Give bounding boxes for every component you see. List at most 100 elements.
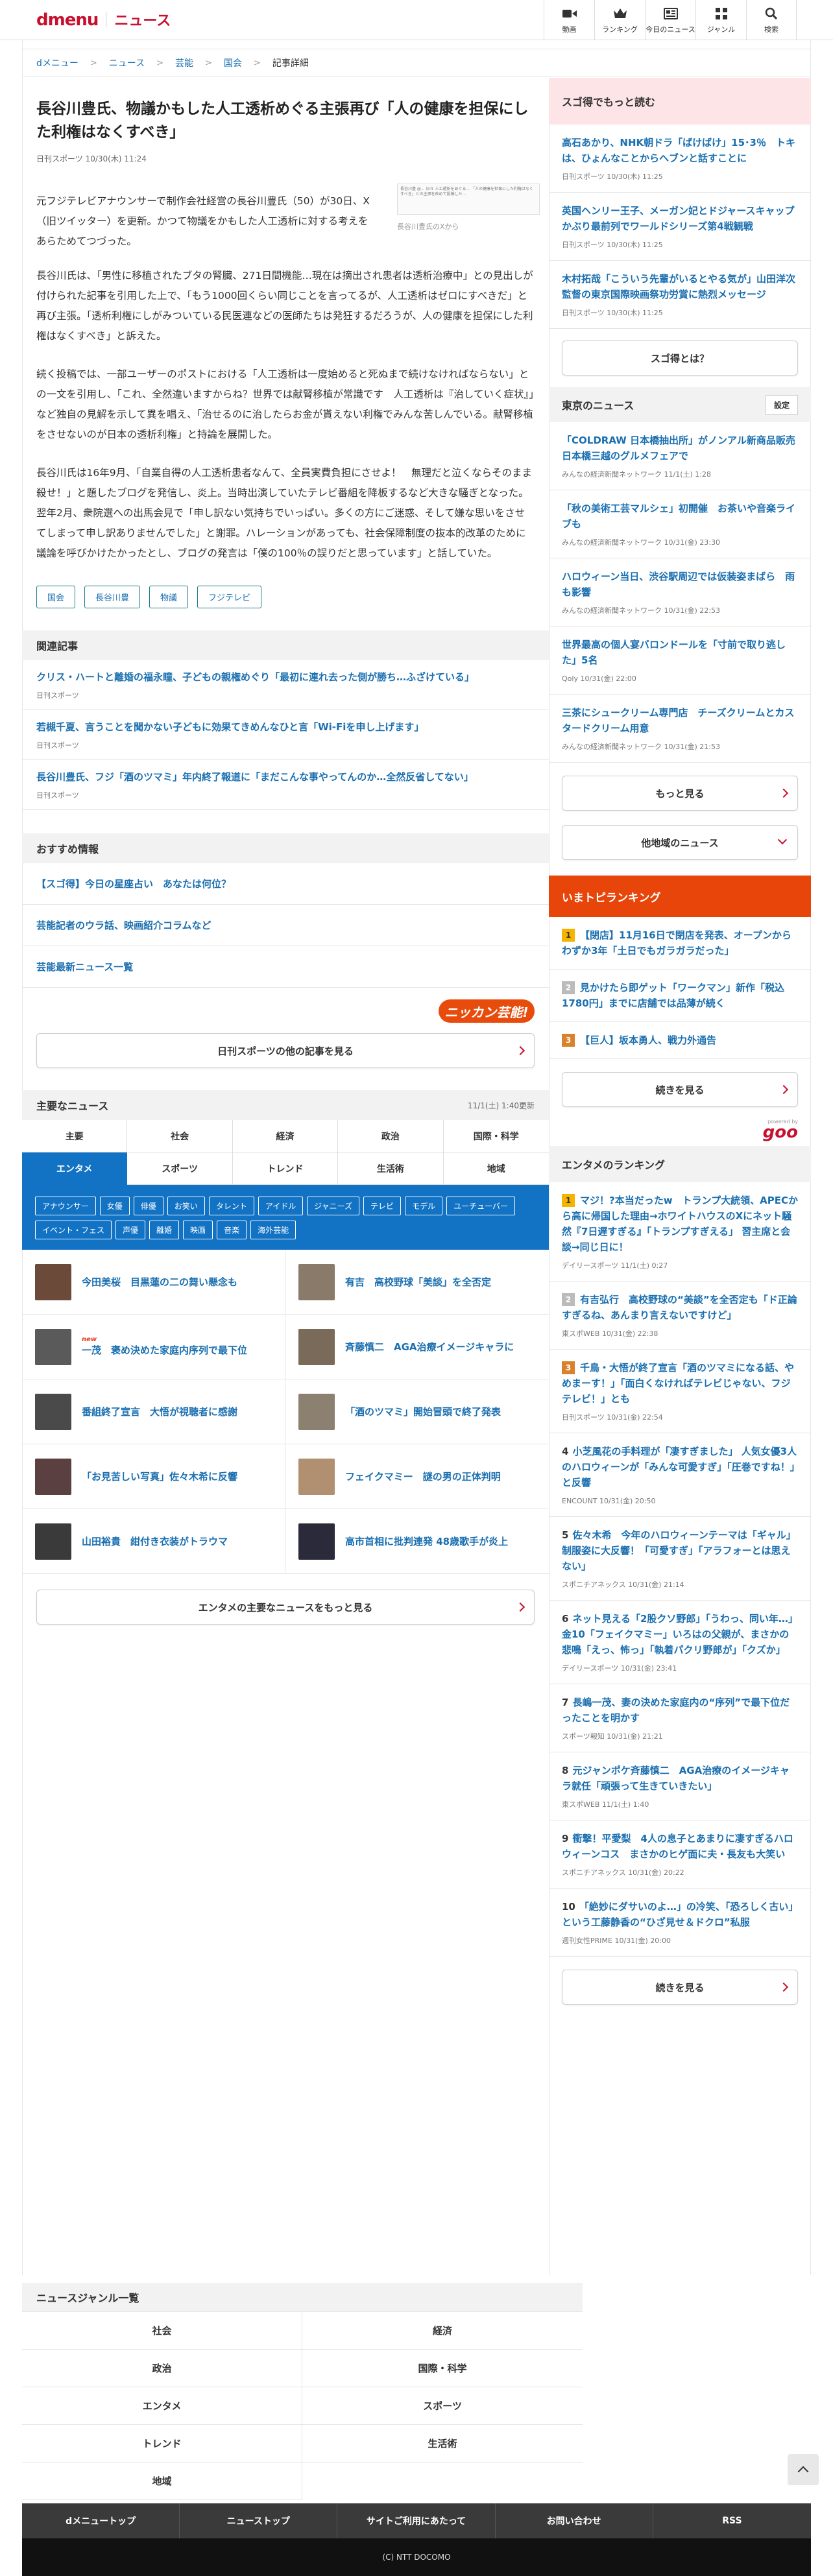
back-to-top-button[interactable] xyxy=(788,2454,819,2485)
genre-link[interactable]: 経済 xyxy=(302,2312,583,2350)
subtag-link[interactable]: 声優 xyxy=(115,1221,146,1239)
tokyo-news-item[interactable]: ハロウィーン当日、渋谷駅周辺では仮装姿まばら 雨も影響 みんなの経済新聞ネットワー… xyxy=(549,558,811,626)
major-news-item[interactable]: new 一茂 褒め決めた家庭内序列で最下位 xyxy=(22,1315,285,1379)
tab-politics[interactable]: 政治 xyxy=(338,1120,444,1152)
subtag-link[interactable]: 離婚 xyxy=(149,1221,180,1239)
subtag-link[interactable]: イベント・フェス xyxy=(35,1221,112,1239)
subtag-link[interactable]: アナウンサー xyxy=(35,1197,96,1215)
tag-link[interactable]: 物議 xyxy=(149,586,189,608)
genre-link[interactable]: スポーツ xyxy=(302,2387,583,2425)
subtag-link[interactable]: 俳優 xyxy=(133,1197,163,1215)
recommend-item[interactable]: 芸能記者のウラ話、映画紹介コラムなど xyxy=(22,905,549,946)
tab-region[interactable]: 地域 xyxy=(443,1152,549,1185)
sugotoku-item[interactable]: 木村拓哉「こういう先輩がいるとやる気が」山田洋次監督の東京国際映画祭功労賞に熱烈… xyxy=(549,261,811,329)
major-news-item[interactable]: 有吉 高校野球「美談」を全否定 xyxy=(285,1250,549,1315)
subtag-link[interactable]: テレビ xyxy=(363,1197,402,1215)
subtag-link[interactable]: ユーチューバー xyxy=(446,1197,515,1215)
what-is-sugotoku-button[interactable]: スゴ得とは？ xyxy=(562,340,798,376)
more-entertainment-news-button[interactable]: エンタメの主要なニュースをもっと見る xyxy=(36,1590,535,1625)
genre-link[interactable]: トレンド xyxy=(22,2425,302,2463)
dmenu-logo[interactable]: dmenu ニュース xyxy=(36,9,171,30)
subtag-link[interactable]: 女優 xyxy=(99,1197,130,1215)
enta-ranking-item[interactable]: 7 長嶋一茂、妻の決めた家庭内の“序列”で最下位だったことを明かす スポーツ報知 1… xyxy=(549,1684,811,1752)
footer-link[interactable]: RSS xyxy=(653,2503,811,2538)
major-news-item[interactable]: 斉藤慎二 AGA治療イメージキャラに xyxy=(285,1315,549,1379)
tab-trend[interactable]: トレンド xyxy=(232,1152,339,1185)
related-item[interactable]: クリス・ハートと離婚の福永瞳、子どもの親権めぐり「最初に連れ去った側が勝ち…ふざ… xyxy=(22,660,549,710)
major-news-item[interactable]: 番組終了宣言 大悟が視聴者に感謝 xyxy=(22,1379,285,1444)
genre-link[interactable]: 地域 xyxy=(22,2463,302,2500)
major-news-item[interactable]: 高市首相に批判連発 48歳歌手が炎上 xyxy=(285,1509,549,1574)
tag-link[interactable]: フジテレビ xyxy=(197,586,262,608)
enta-ranking-item[interactable]: 10 「絶妙にダサいのよ…」の冷笑、「恐ろしく古い」という工藤静香の“ひざ見せ＆ド… xyxy=(549,1889,811,1957)
nav-ranking[interactable]: ランキング xyxy=(594,0,645,40)
breadcrumb-entertainment[interactable]: 芸能 xyxy=(175,56,193,69)
enta-ranking-item[interactable]: 4 小芝風花の手料理が「凄すぎました」 人気女優3人のハロウィーンが「みんな可愛す… xyxy=(549,1433,811,1517)
genre-link[interactable]: 生活術 xyxy=(302,2425,583,2463)
topic-ranking-item[interactable]: 2 見かけたら即ゲット「ワークマン」新作「税込1780円」までに店舗では品薄が続く xyxy=(549,970,811,1022)
related-item[interactable]: 若槻千夏、言うことを聞かない子どもに効果てきめんなひと言「Wi-Fiを申し上げま… xyxy=(22,710,549,760)
tokyo-more-button[interactable]: もっと見る xyxy=(562,776,798,811)
breadcrumb-diet[interactable]: 国会 xyxy=(224,56,242,69)
subtag-link[interactable]: タレント xyxy=(208,1197,254,1215)
recommend-item[interactable]: 芸能最新ニュース一覧 xyxy=(22,946,549,988)
enta-ranking-item[interactable]: 2 有吉弘行 高校野球の“美談”を全否定も「ド正論すぎるね、あんまり言えないですけ… xyxy=(549,1282,811,1350)
tab-international[interactable]: 国際・科学 xyxy=(443,1120,549,1152)
subtag-link[interactable]: 映画 xyxy=(183,1221,213,1239)
footer-link[interactable]: ニューストップ xyxy=(180,2503,338,2538)
tab-sports[interactable]: スポーツ xyxy=(127,1152,233,1185)
subtag-link[interactable]: モデル xyxy=(405,1197,443,1215)
subtag-link[interactable]: ジャニーズ xyxy=(307,1197,360,1215)
genre-link[interactable]: 社会 xyxy=(22,2312,302,2350)
enta-ranking-item[interactable]: 6 ネット見える「2股クソ野郎」「うわっ、同い年…」金10「フェイクマミー」いろは… xyxy=(549,1601,811,1684)
major-news-item[interactable]: 今田美桜 目黒蓮の二の舞い懸念も xyxy=(22,1250,285,1315)
tokyo-news-item[interactable]: 「秋の美術工芸マルシェ」初開催 お茶いや音楽ライブも みんなの経済新聞ネットワーク… xyxy=(549,490,811,558)
topic-more-button[interactable]: 続きを見る xyxy=(562,1072,798,1107)
major-news-item[interactable]: 山田裕貴 紺付き衣装がトラウマ xyxy=(22,1509,285,1574)
tab-economy[interactable]: 経済 xyxy=(232,1120,339,1152)
nav-today[interactable]: 今日のニュース xyxy=(645,0,695,40)
major-news-item[interactable]: 「酒のツマミ」開始冒頭で終了発表 xyxy=(285,1379,549,1444)
enta-more-button[interactable]: 続きを見る xyxy=(562,1970,798,2005)
subtag-link[interactable]: 音楽 xyxy=(217,1221,247,1239)
other-region-button[interactable]: 他地域のニュース xyxy=(562,825,798,860)
article-image[interactable]: 長谷川豊 @... 日々 人工透析をめぐる... 「人の健康を担保にした利権はな… xyxy=(397,184,540,232)
enta-ranking-item[interactable]: 1 マジ！?本当だったw トランプ大統領、APECから高に帰国した理由→ホワイトハ… xyxy=(549,1182,811,1282)
nav-search[interactable]: 検索 xyxy=(746,0,797,40)
tab-lifestyle[interactable]: 生活術 xyxy=(338,1152,444,1185)
enta-ranking-item[interactable]: 9 衝撃！平愛梨 4人の息子とあまりに凄すぎるハロウィーンコス まさかのヒゲ面に夫… xyxy=(549,1820,811,1889)
tokyo-news-item[interactable]: 「COLDRAW 日本橋抽出所」がノンアル新商品販売 日本橋三越のグルメフェアで… xyxy=(549,422,811,490)
tab-entertainment[interactable]: エンタメ xyxy=(22,1152,128,1185)
enta-ranking-item[interactable]: 8 元ジャンポケ斉藤慎二 AGA治療のイメージキャラ就任「頑張って生きていきたい」… xyxy=(549,1752,811,1820)
tab-major[interactable]: 主要 xyxy=(22,1120,128,1152)
recommend-item[interactable]: 【スゴ得】今日の星座占い あなたは何位？ xyxy=(22,863,549,905)
genre-link[interactable]: エンタメ xyxy=(22,2387,302,2425)
more-nikkan-articles-button[interactable]: 日刊スポーツの他の記事を見る xyxy=(36,1033,535,1068)
tokyo-news-item[interactable]: 世界最高の個人宴バロンドールを「寸前で取り逃した」5名 Qoly 10/31(金)… xyxy=(549,626,811,695)
tab-society[interactable]: 社会 xyxy=(127,1120,233,1152)
nav-video[interactable]: 動画 xyxy=(544,0,594,40)
sugotoku-item[interactable]: 英国ヘンリー王子、メーガン妃とドジャースキャップかぶり最前列でワールドシリーズ第… xyxy=(549,193,811,261)
tag-link[interactable]: 国会 xyxy=(36,586,76,608)
footer-link[interactable]: サイトご利用にあたって xyxy=(337,2503,496,2538)
major-news-item[interactable]: フェイクマミー 謎の男の正体判明 xyxy=(285,1444,549,1509)
enta-ranking-item[interactable]: 5 佐々木希 今年のハロウィーンテーマは「ギャル」制服姿に大反響！「可愛すぎ」「ア… xyxy=(549,1517,811,1601)
breadcrumb-dmenu[interactable]: dメニュー xyxy=(36,56,78,69)
subtag-link[interactable]: 海外芸能 xyxy=(250,1221,296,1239)
enta-ranking-item[interactable]: 3 千鳥・大悟が終了宣言「酒のツマミになる話、やめまーす！」「面白くなければテレビ… xyxy=(549,1350,811,1433)
topic-ranking-item[interactable]: 1 【閉店】11月16日で閉店を発表、オープンからわずか3年「土日でもガラガラだっ… xyxy=(549,917,811,970)
sugotoku-item[interactable]: 高石あかり、NHK朝ドラ「ばけばけ」15･3％ トキは、ひょんなことからヘブンと… xyxy=(549,125,811,193)
major-news-item[interactable]: 「お見苦しい写真」佐々木希に反響 xyxy=(22,1444,285,1509)
related-item[interactable]: 長谷川豊氏、フジ「酒のツマミ」年内終了報道に「まだこんな事やってんのか…全然反省… xyxy=(22,760,549,810)
region-setting-button[interactable]: 設定 xyxy=(765,394,798,415)
nikkan-geino-badge[interactable]: ニッカン芸能! xyxy=(439,999,535,1023)
breadcrumb-news[interactable]: ニュース xyxy=(109,56,145,69)
footer-link[interactable]: dメニュートップ xyxy=(22,2503,180,2538)
tokyo-news-item[interactable]: 三茶にシュークリーム専門店 チーズクリームとカスタードクリーム用意 みんなの経済新… xyxy=(549,695,811,763)
genre-link[interactable]: 国際・科学 xyxy=(302,2350,583,2387)
nav-genre[interactable]: ジャンル xyxy=(695,0,746,40)
tag-link[interactable]: 長谷川豊 xyxy=(84,586,141,608)
subtag-link[interactable]: お笑い xyxy=(167,1197,205,1215)
subtag-link[interactable]: アイドル xyxy=(258,1197,304,1215)
topic-ranking-item[interactable]: 3 【巨人】坂本勇人、戦力外通告 xyxy=(549,1022,811,1059)
